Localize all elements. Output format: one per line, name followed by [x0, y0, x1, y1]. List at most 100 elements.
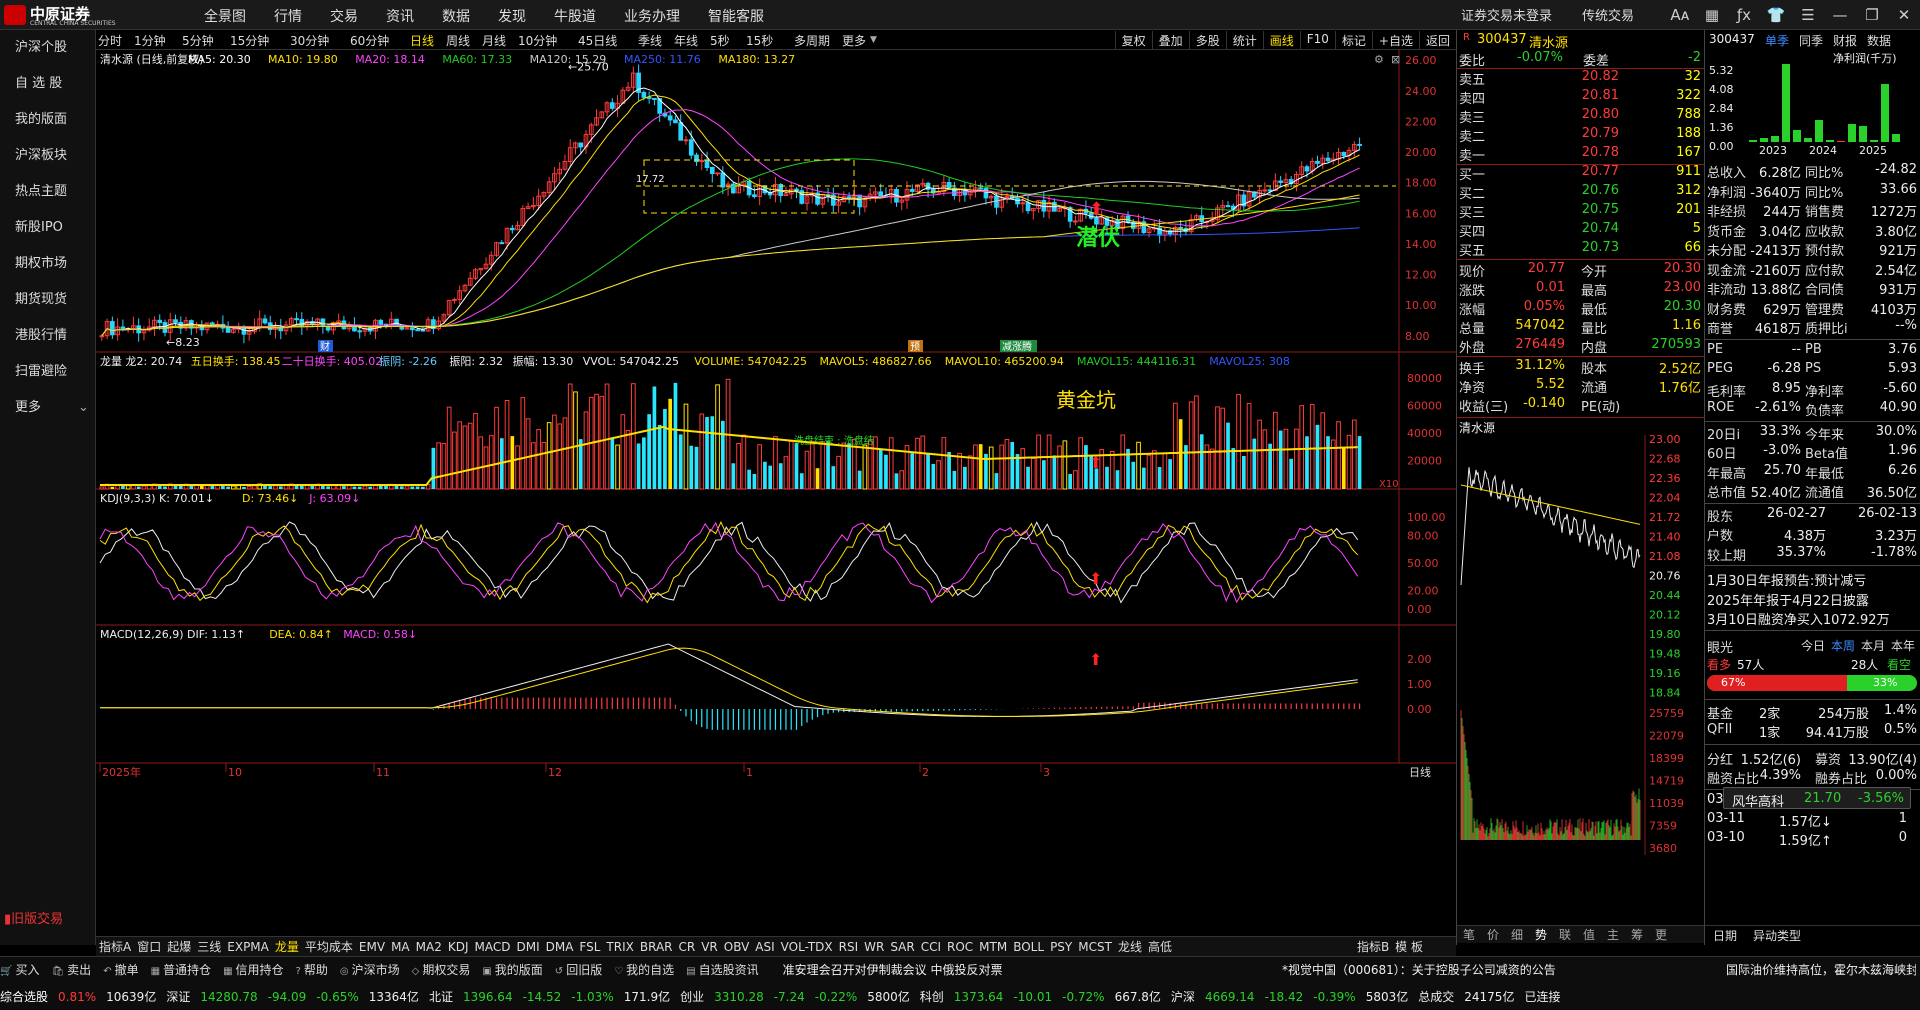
f10-tab-0[interactable]: 单季	[1765, 32, 1789, 49]
indicator-tab-13[interactable]: DMA	[543, 940, 577, 954]
indicator-tab-9[interactable]: MA2	[413, 940, 445, 954]
ask-row-0[interactable]: 卖五 20.82 32	[1457, 69, 1705, 88]
news-item-1[interactable]: 2025年年报于4月22日披露	[1707, 590, 1920, 609]
indicator-tab-8[interactable]: MA	[388, 940, 413, 954]
ask-row-3[interactable]: 卖二 20.79 188	[1457, 126, 1705, 145]
quote-tab-8[interactable]: 更	[1649, 926, 1673, 943]
quick-action-11[interactable]: ▤ 自选股资讯	[686, 961, 758, 978]
sidebar-item-1[interactable]: 自 选 股	[0, 66, 95, 102]
indicator-tab-10[interactable]: KDJ	[445, 940, 472, 954]
floating-quote-popup[interactable]: 风华高科 21.70 -3.56%	[1723, 786, 1911, 810]
menu-item-8[interactable]: 智能客服	[694, 6, 778, 26]
period-tab-12[interactable]: 年线	[674, 32, 698, 49]
quick-action-2[interactable]: ↶ 撤单	[103, 961, 138, 978]
indicator-tab-3[interactable]: 三线	[194, 940, 224, 954]
menu-item-5[interactable]: 发现	[484, 6, 540, 26]
eye-tab-3[interactable]: 本年	[1891, 637, 1915, 654]
indicator-right-tab-0[interactable]: 指标B	[1354, 940, 1392, 954]
f10-tab-3[interactable]: 数据	[1867, 32, 1891, 49]
quote-tab-2[interactable]: 细	[1505, 926, 1529, 943]
quote-tab-6[interactable]: 主	[1601, 926, 1625, 943]
quick-action-8[interactable]: ▣ 我的版面	[482, 961, 542, 978]
ask-row-2[interactable]: 卖三 20.80 788	[1457, 107, 1705, 126]
formula-icon[interactable]: ƒx	[1728, 6, 1760, 24]
period-tab-16[interactable]: 更多	[842, 32, 866, 49]
eye-tab-1[interactable]: 本周	[1831, 637, 1855, 654]
indicator-tab-6[interactable]: 平均成本	[302, 940, 356, 954]
period-tab-5[interactable]: 60分钟	[350, 32, 389, 49]
bid-row-3[interactable]: 买四 20.74 5	[1457, 221, 1705, 240]
ask-row-1[interactable]: 卖四 20.81 322	[1457, 88, 1705, 107]
period-tab-9[interactable]: 10分钟	[518, 32, 557, 49]
restore-icon[interactable]: ❐	[1856, 6, 1888, 24]
indicator-tab-4[interactable]: EXPMA	[224, 940, 272, 954]
ask-row-4[interactable]: 卖一 20.78 167	[1457, 145, 1705, 164]
indicator-tab-20[interactable]: ASI	[752, 940, 777, 954]
skin-icon[interactable]: 👕	[1760, 6, 1792, 24]
f10-tab-1[interactable]: 同季	[1799, 32, 1823, 49]
quick-action-3[interactable]: ▦ 普通持仓	[151, 961, 211, 978]
period-tab-14[interactable]: 15秒	[746, 32, 773, 49]
old-version-trade-button[interactable]: ▮旧版交易	[4, 908, 63, 927]
news-ticker-3[interactable]: 国际油价维持高位，霍尔木兹海峡封	[1726, 961, 1916, 978]
indicator-tab-27[interactable]: MTM	[976, 940, 1010, 954]
period-tab-7[interactable]: 周线	[446, 32, 470, 49]
sidebar-item-9[interactable]: 扫雷避险	[0, 354, 95, 390]
period-tab-1[interactable]: 1分钟	[134, 32, 166, 49]
period-tab-4[interactable]: 30分钟	[290, 32, 329, 49]
indicator-tab-1[interactable]: 窗口	[134, 940, 164, 954]
indicator-tab-30[interactable]: MCST	[1075, 940, 1115, 954]
news-ticker-1[interactable]: 准安理会召开对伊制裁会议 中俄投反对票	[783, 963, 1003, 977]
period-tab-11[interactable]: 季线	[638, 32, 662, 49]
chart-tool-2[interactable]: 多股	[1188, 31, 1226, 50]
minimize-icon[interactable]: —	[1824, 6, 1856, 24]
menu-item-4[interactable]: 数据	[428, 6, 484, 26]
indicator-tab-18[interactable]: VR	[698, 940, 721, 954]
indicator-tab-25[interactable]: CCI	[918, 940, 944, 954]
chart-tool-8[interactable]: 返回	[1418, 31, 1456, 50]
news-item-0[interactable]: 1月30日年报预告:预计减亏	[1707, 570, 1920, 589]
indicator-tab-2[interactable]: 起爆	[164, 940, 194, 954]
indicator-tab-15[interactable]: TRIX	[603, 940, 636, 954]
sidebar-item-3[interactable]: 沪深板块	[0, 138, 95, 174]
trade-login-status[interactable]: 证券交易未登录	[1461, 5, 1552, 24]
period-tab-6[interactable]: 日线	[410, 32, 434, 49]
bid-row-2[interactable]: 买三 20.75 201	[1457, 202, 1705, 221]
period-tab-2[interactable]: 5分钟	[182, 32, 214, 49]
menu-item-1[interactable]: 行情	[260, 6, 316, 26]
indicator-right-tab-1[interactable]: 模 板	[1392, 940, 1426, 954]
quote-tab-3[interactable]: 势	[1529, 926, 1553, 943]
indicator-tab-17[interactable]: CR	[676, 940, 699, 954]
settings-icon[interactable]: ⚙	[1374, 53, 1384, 66]
bid-row-0[interactable]: 买一 20.77 911	[1457, 164, 1705, 183]
quote-tab-7[interactable]: 筹	[1625, 926, 1649, 943]
indicator-tab-22[interactable]: RSI	[836, 940, 862, 954]
bid-row-1[interactable]: 买二 20.76 312	[1457, 183, 1705, 202]
period-tab-3[interactable]: 15分钟	[230, 32, 269, 49]
f10-footer-tab-0[interactable]: 日期	[1705, 926, 1745, 945]
quick-action-4[interactable]: ▦ 信用持仓	[223, 961, 283, 978]
chart-tool-0[interactable]: 复权	[1114, 31, 1152, 50]
sidebar-item-7[interactable]: 期货现货	[0, 282, 95, 318]
sidebar-item-8[interactable]: 港股行情	[0, 318, 95, 354]
grid-icon[interactable]: ▦	[1696, 6, 1728, 24]
indicator-tab-12[interactable]: DMI	[513, 940, 542, 954]
indicator-tab-32[interactable]: 高低	[1145, 940, 1175, 954]
indicator-tab-23[interactable]: WR	[861, 940, 887, 954]
sidebar-item-5[interactable]: 新股IPO	[0, 210, 95, 246]
f10-tab-2[interactable]: 财报	[1833, 32, 1857, 49]
quote-tab-1[interactable]: 价	[1481, 926, 1505, 943]
menu-icon[interactable]: ☰	[1792, 6, 1824, 24]
bid-row-4[interactable]: 买五 20.73 66	[1457, 240, 1705, 259]
period-tab-15[interactable]: 多周期	[794, 32, 830, 49]
sidebar-item-4[interactable]: 热点主题	[0, 174, 95, 210]
close-icon[interactable]: ✕	[1888, 6, 1920, 24]
quick-action-7[interactable]: ◇ 期权交易	[412, 961, 471, 978]
quick-action-1[interactable]: 🛍 卖出	[51, 961, 91, 978]
chart-tool-4[interactable]: 画线	[1262, 31, 1300, 50]
classic-trade-link[interactable]: 传统交易	[1582, 5, 1634, 24]
quick-action-6[interactable]: ◎ 沪深市场	[340, 961, 400, 978]
f10-footer-tab-1[interactable]: 异动类型	[1745, 926, 1809, 945]
kline-chart-area[interactable]: 清水源 (日线,前复权) MA5: 20.30 MA10: 19.80 MA20: 1…	[96, 50, 1456, 920]
chart-tool-1[interactable]: 叠加	[1151, 31, 1189, 50]
